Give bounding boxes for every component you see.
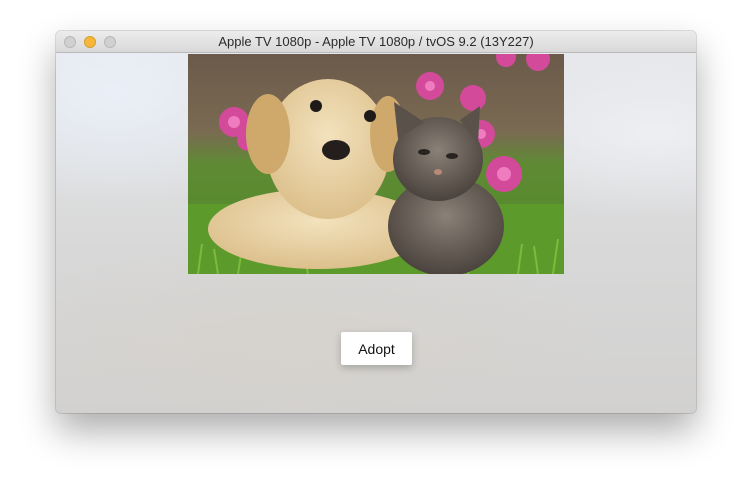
adopt-button[interactable]: Adopt xyxy=(341,332,412,365)
tv-screen: Adopt xyxy=(56,53,696,413)
title-bar[interactable]: Apple TV 1080p - Apple TV 1080p / tvOS 9… xyxy=(56,31,696,53)
window-title: Apple TV 1080p - Apple TV 1080p / tvOS 9… xyxy=(218,34,534,49)
simulator-window: Apple TV 1080p - Apple TV 1080p / tvOS 9… xyxy=(56,31,696,413)
puppy-kitten-image xyxy=(188,54,564,274)
